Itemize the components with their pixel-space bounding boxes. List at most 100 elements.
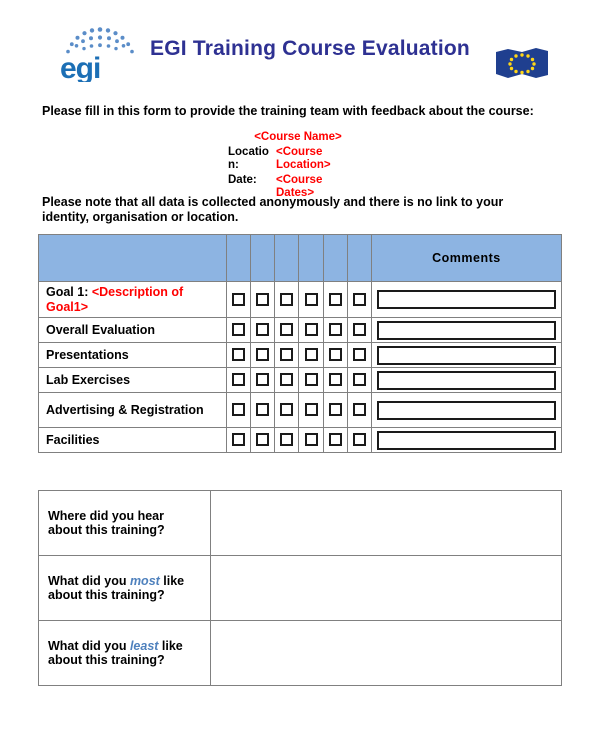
comment-input[interactable] xyxy=(376,345,556,365)
comment-input[interactable] xyxy=(376,370,556,390)
checkbox-icon[interactable] xyxy=(232,323,246,337)
checkbox-icon[interactable] xyxy=(352,433,366,447)
question-answer-field[interactable] xyxy=(210,620,562,686)
rating-checkbox-cell-6[interactable] xyxy=(346,342,372,368)
comment-cell[interactable] xyxy=(370,281,563,318)
comment-input[interactable] xyxy=(376,400,556,420)
comment-cell[interactable] xyxy=(370,317,563,343)
rating-checkbox-cell-1[interactable] xyxy=(226,392,252,428)
rating-checkbox-cell-1[interactable] xyxy=(226,317,252,343)
rating-checkbox-cell-3[interactable] xyxy=(274,342,300,368)
checkbox-icon[interactable] xyxy=(304,403,318,417)
checkbox-icon[interactable] xyxy=(280,403,294,417)
checkbox-icon[interactable] xyxy=(328,373,342,387)
checkbox-icon[interactable] xyxy=(280,348,294,362)
rating-checkbox-cell-6[interactable] xyxy=(346,367,372,393)
checkbox-icon[interactable] xyxy=(304,373,318,387)
checkbox-icon[interactable] xyxy=(352,323,366,337)
checkbox-icon[interactable] xyxy=(232,292,246,306)
question-row: What did you least like about this traini… xyxy=(37,620,562,686)
comment-cell[interactable] xyxy=(370,427,563,453)
evaluation-row-label: Overall Evaluation xyxy=(37,317,228,343)
comment-input[interactable] xyxy=(376,290,556,309)
rating-checkbox-cell-3[interactable] xyxy=(274,317,300,343)
checkbox-icon[interactable] xyxy=(256,323,270,337)
header-rating-1 xyxy=(226,234,252,282)
rating-checkbox-cell-5[interactable] xyxy=(322,367,348,393)
checkbox-icon[interactable] xyxy=(352,292,366,306)
rating-checkbox-cell-2[interactable] xyxy=(250,367,276,393)
question-answer-field[interactable] xyxy=(210,490,562,556)
checkbox-icon[interactable] xyxy=(256,403,270,417)
comment-input[interactable] xyxy=(376,320,556,340)
rating-checkbox-cell-2[interactable] xyxy=(250,392,276,428)
rating-checkbox-cell-2[interactable] xyxy=(250,281,276,318)
question-label: What did you least like about this traini… xyxy=(37,620,212,686)
rating-checkbox-cell-5[interactable] xyxy=(322,281,348,318)
checkbox-icon[interactable] xyxy=(352,348,366,362)
rating-checkbox-cell-6[interactable] xyxy=(346,317,372,343)
checkbox-icon[interactable] xyxy=(328,403,342,417)
checkbox-icon[interactable] xyxy=(280,433,294,447)
checkbox-icon[interactable] xyxy=(256,292,270,306)
question-answer-field[interactable] xyxy=(210,555,562,621)
rating-checkbox-cell-6[interactable] xyxy=(346,281,372,318)
rating-checkbox-cell-4[interactable] xyxy=(298,427,324,453)
rating-checkbox-cell-4[interactable] xyxy=(298,392,324,428)
document-header: egi EGI Training Course Evaluation xyxy=(0,0,600,86)
comment-input[interactable] xyxy=(376,430,556,450)
question-emphasis: most xyxy=(129,573,160,588)
checkbox-icon[interactable] xyxy=(304,433,318,447)
checkbox-icon[interactable] xyxy=(232,403,246,417)
rating-checkbox-cell-3[interactable] xyxy=(274,281,300,318)
rating-checkbox-cell-1[interactable] xyxy=(226,427,252,453)
checkbox-icon[interactable] xyxy=(328,348,342,362)
checkbox-icon[interactable] xyxy=(256,433,270,447)
rating-checkbox-cell-4[interactable] xyxy=(298,281,324,318)
rating-checkbox-cell-5[interactable] xyxy=(322,342,348,368)
rating-checkbox-cell-1[interactable] xyxy=(226,281,252,318)
checkbox-icon[interactable] xyxy=(280,323,294,337)
question-text-pre: Where did you hear xyxy=(48,508,164,523)
rating-checkbox-cell-3[interactable] xyxy=(274,367,300,393)
checkbox-icon[interactable] xyxy=(280,292,294,306)
checkbox-icon[interactable] xyxy=(304,323,318,337)
rating-checkbox-cell-5[interactable] xyxy=(322,427,348,453)
rating-checkbox-cell-1[interactable] xyxy=(226,342,252,368)
row-label-text: Goal 1: xyxy=(46,285,92,299)
rating-checkbox-cell-5[interactable] xyxy=(322,317,348,343)
rating-checkbox-cell-6[interactable] xyxy=(346,392,372,428)
checkbox-icon[interactable] xyxy=(256,348,270,362)
table-row: Presentations xyxy=(37,342,563,368)
comment-cell[interactable] xyxy=(370,392,563,428)
checkbox-icon[interactable] xyxy=(256,373,270,387)
rating-checkbox-cell-4[interactable] xyxy=(298,317,324,343)
svg-text:egi: egi xyxy=(60,52,100,82)
checkbox-icon[interactable] xyxy=(352,403,366,417)
header-rating-3 xyxy=(274,234,300,282)
eu-flag-icon xyxy=(492,44,552,84)
rating-checkbox-cell-1[interactable] xyxy=(226,367,252,393)
checkbox-icon[interactable] xyxy=(232,433,246,447)
rating-checkbox-cell-2[interactable] xyxy=(250,342,276,368)
checkbox-icon[interactable] xyxy=(304,348,318,362)
rating-checkbox-cell-4[interactable] xyxy=(298,342,324,368)
questions-table: Where did you hear about this training? Wh… xyxy=(37,490,562,686)
rating-checkbox-cell-4[interactable] xyxy=(298,367,324,393)
checkbox-icon[interactable] xyxy=(328,292,342,306)
rating-checkbox-cell-3[interactable] xyxy=(274,427,300,453)
rating-checkbox-cell-2[interactable] xyxy=(250,427,276,453)
checkbox-icon[interactable] xyxy=(328,323,342,337)
checkbox-icon[interactable] xyxy=(328,433,342,447)
rating-checkbox-cell-3[interactable] xyxy=(274,392,300,428)
comment-cell[interactable] xyxy=(370,367,563,393)
comment-cell[interactable] xyxy=(370,342,563,368)
checkbox-icon[interactable] xyxy=(232,348,246,362)
checkbox-icon[interactable] xyxy=(304,292,318,306)
checkbox-icon[interactable] xyxy=(280,373,294,387)
checkbox-icon[interactable] xyxy=(352,373,366,387)
checkbox-icon[interactable] xyxy=(232,373,246,387)
rating-checkbox-cell-6[interactable] xyxy=(346,427,372,453)
rating-checkbox-cell-2[interactable] xyxy=(250,317,276,343)
rating-checkbox-cell-5[interactable] xyxy=(322,392,348,428)
